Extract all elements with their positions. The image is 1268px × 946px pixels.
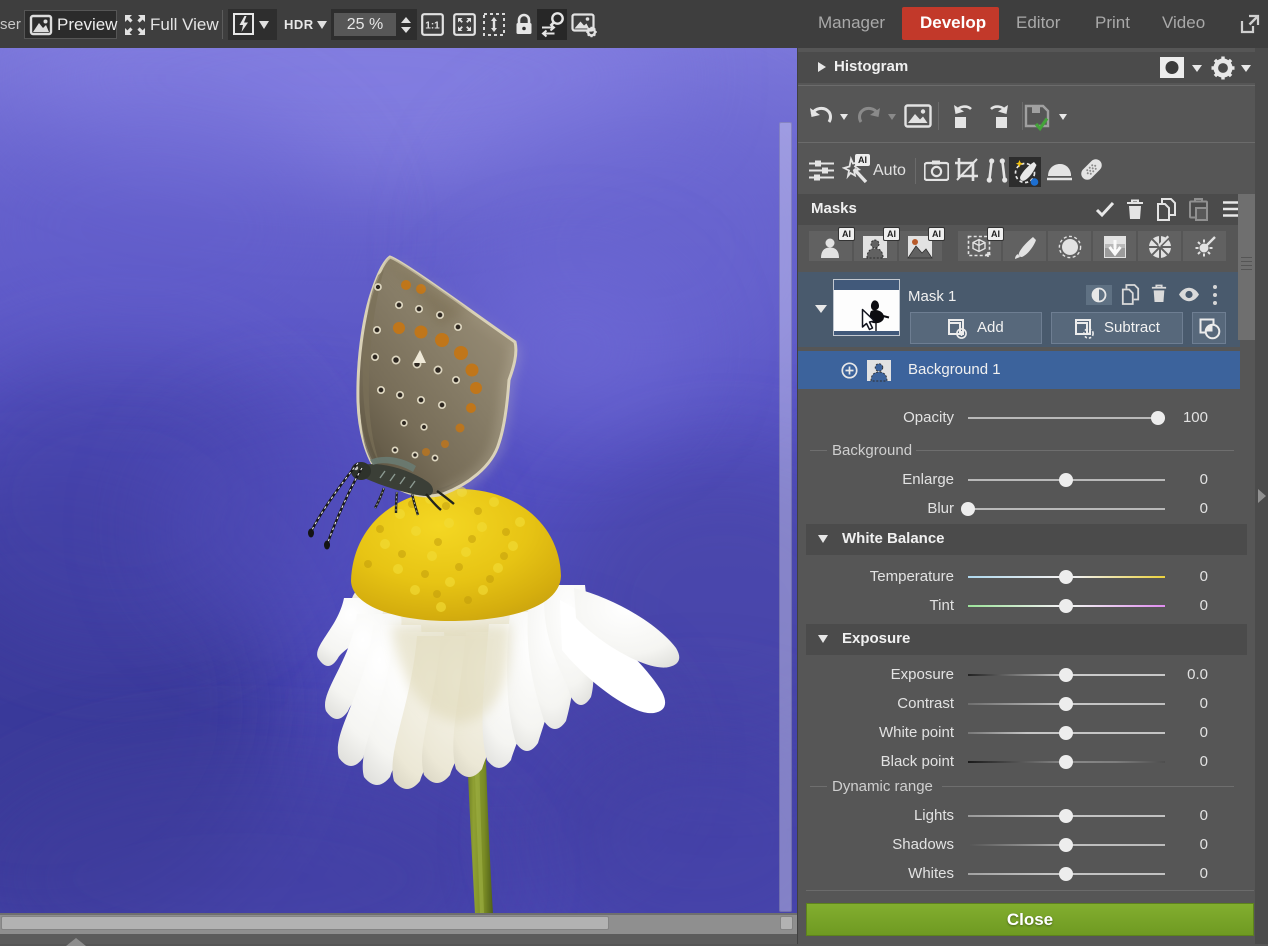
svg-text:1:1: 1:1	[425, 21, 440, 32]
